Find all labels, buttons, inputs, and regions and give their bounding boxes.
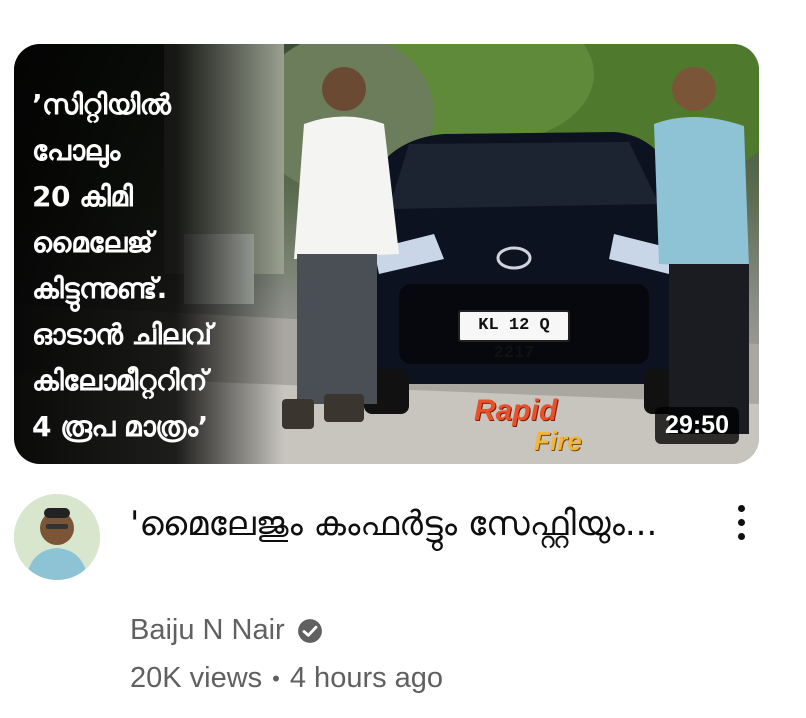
video-thumbnail[interactable]: ’സിറ്റിയിൽ പോലും 20 കിമി മൈലേജ് കിട്ടുന്… bbox=[14, 44, 759, 464]
license-plate: KL 12 Q 2217 bbox=[458, 310, 570, 363]
channel-name: Baiju N Nair bbox=[130, 614, 285, 646]
video-title[interactable]: 'മൈലേജും കംഫർട്ടും സേഫ്റ്റിയും... bbox=[130, 500, 690, 549]
meta-separator: • bbox=[272, 665, 280, 691]
video-stats: 20K views • 4 hours ago bbox=[130, 662, 443, 695]
video-duration-badge: 29:50 bbox=[655, 407, 739, 444]
video-card: ’സിറ്റിയിൽ പോലും 20 കിമി മൈലേജ് കിട്ടുന്… bbox=[0, 0, 806, 718]
upload-age: 4 hours ago bbox=[289, 662, 444, 694]
avatar-image bbox=[14, 494, 100, 580]
channel-info[interactable]: Baiju N Nair bbox=[130, 614, 323, 647]
thumbnail-overlay-text: ’സിറ്റിയിൽ പോലും 20 കിമി മൈലേജ് കിട്ടുന്… bbox=[32, 88, 212, 443]
more-vertical-icon[interactable] bbox=[722, 496, 760, 548]
rapid-fire-logo-fire: Fire bbox=[534, 426, 582, 456]
verified-check-icon bbox=[297, 618, 322, 643]
channel-avatar[interactable] bbox=[14, 494, 100, 580]
view-count: 20K views bbox=[130, 662, 263, 694]
rapid-fire-logo-rapid: Rapid bbox=[474, 394, 558, 427]
